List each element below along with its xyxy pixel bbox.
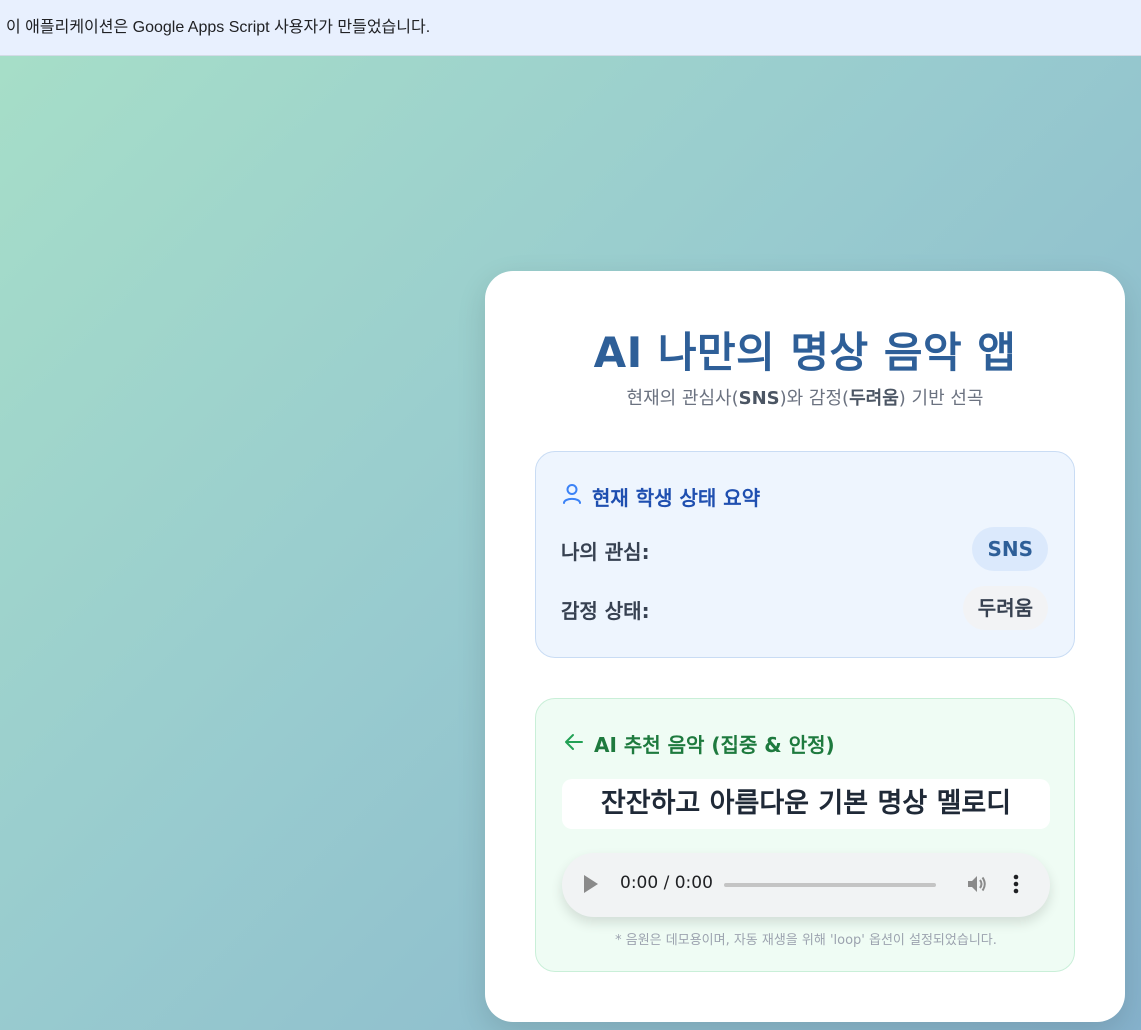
gas-banner: 이 애플리케이션은 Google Apps Script 사용자가 만들었습니다… (0, 0, 1141, 56)
music-recommendation-panel: AI 추천 음악 (집중 & 안정) 잔잔하고 아름다운 기본 명상 멜로디 0… (535, 698, 1075, 972)
player-time: 0:00 / 0:00 (620, 873, 713, 893)
volume-icon[interactable] (964, 871, 990, 897)
user-icon (562, 483, 582, 510)
emotion-badge: 두려움 (962, 586, 1048, 630)
subtitle-suffix: ) 기반 선곡 (898, 388, 984, 409)
song-title: 잔잔하고 아름다운 기본 명상 멜로디 (562, 779, 1050, 829)
interest-label: 나의 관심: (561, 540, 650, 564)
more-options-icon[interactable] (1006, 871, 1026, 897)
subtitle-emotion: 두려움 (849, 388, 899, 409)
status-summary-panel: 현재 학생 상태 요약 나의 관심: SNS 감정 상태: 두려움 (535, 451, 1075, 658)
subtitle-prefix: 현재의 관심사( (626, 388, 739, 409)
app-subtitle: 현재의 관심사(SNS)와 감정(두려움) 기반 선곡 (485, 384, 1125, 410)
play-icon[interactable] (584, 875, 598, 893)
subtitle-mid: )와 감정( (779, 388, 850, 409)
app-title: AI 나만의 명상 음악 앱 (593, 328, 1017, 377)
progress-bar[interactable] (724, 883, 936, 887)
audio-note: * 음원은 데모용이며, 자동 재생을 위해 'loop' 옵션이 설정되었습니… (615, 933, 997, 948)
arrow-left-icon (564, 732, 584, 756)
interest-badge: SNS (972, 527, 1048, 571)
music-heading-row: AI 추천 음악 (집중 & 안정) (564, 729, 835, 758)
app-card: AI 나만의 명상 음악 앱 현재의 관심사(SNS)와 감정(두려움) 기반 … (485, 271, 1125, 1022)
banner-text: 이 애플리케이션은 Google Apps Script 사용자가 만들었습니다… (6, 19, 431, 36)
status-heading: 현재 학생 상태 요약 (592, 486, 761, 510)
music-heading: AI 추천 음악 (집중 & 안정) (594, 733, 835, 757)
status-heading-row: 현재 학생 상태 요약 (562, 482, 760, 511)
audio-player[interactable]: 0:00 / 0:00 (562, 853, 1050, 917)
subtitle-interest: SNS (738, 388, 780, 409)
emotion-label: 감정 상태: (561, 599, 650, 623)
